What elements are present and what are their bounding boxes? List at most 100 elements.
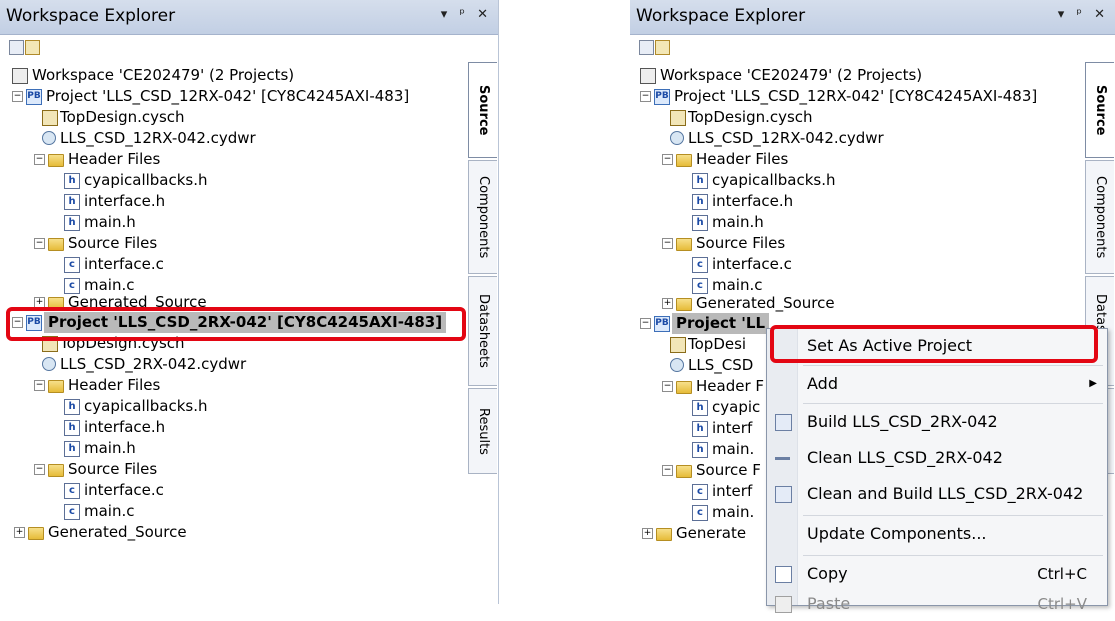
window-buttons[interactable]: ▾ ᵖ ✕ [1058, 7, 1109, 22]
item-label: main.h [84, 213, 136, 231]
item-label: main.h [712, 213, 764, 231]
item-label: interface.h [84, 418, 166, 436]
tab-label: Components [1093, 175, 1108, 259]
collapse-toggle[interactable]: − [640, 91, 651, 102]
menu-shortcut: Ctrl+V [1037, 595, 1087, 613]
menu-build[interactable]: Build LLS_CSD_2RX-042 [767, 405, 1107, 439]
item-label: Header Files [696, 150, 789, 168]
folder-icon [656, 528, 672, 541]
collapse-toggle[interactable]: − [640, 318, 651, 329]
project-icon: PB [654, 316, 670, 332]
item-label: Source Files [696, 234, 786, 252]
tab-label: Results [476, 407, 491, 455]
collapse-toggle[interactable]: − [34, 238, 45, 249]
collapse-toggle[interactable]: − [662, 238, 673, 249]
menu-item-label: Update Components... [807, 524, 987, 543]
workspace-icon [640, 68, 656, 84]
project-icon: PB [654, 89, 670, 105]
side-tabs: Source Components Datasheets Results [468, 62, 498, 482]
collapse-toggle[interactable]: − [34, 464, 45, 475]
item-label: Header Files [68, 150, 161, 168]
build-icon [775, 414, 792, 431]
tab-components[interactable]: Components [1085, 160, 1114, 274]
expand-toggle[interactable]: + [662, 298, 673, 309]
item-label: main. [712, 440, 755, 458]
collapse-toggle[interactable]: − [662, 381, 673, 392]
explorer-toolbar [630, 35, 1115, 61]
item-label: LLS_CSD_2RX-042.cydwr [60, 355, 247, 373]
item-label: interface.h [712, 192, 794, 210]
project-label: Project 'LLS_CSD_12RX-042' [CY8C4245AXI-… [674, 87, 1038, 105]
folder-icon [676, 238, 692, 251]
collapse-all-icon[interactable] [639, 40, 654, 55]
item-label: Header F [696, 377, 765, 395]
schematic-icon [670, 110, 686, 126]
tab-source[interactable]: Source [468, 62, 497, 158]
window-buttons[interactable]: ▾ ᵖ ✕ [441, 7, 492, 22]
header-file-icon: h [64, 399, 80, 415]
titlebar[interactable]: Workspace Explorer ▾ ᵖ ✕ [630, 0, 1115, 35]
item-label: TopDesi [688, 335, 747, 353]
tab-datasheets[interactable]: Datasheets [468, 276, 497, 386]
header-file-icon: h [64, 173, 80, 189]
menu-update-components[interactable]: Update Components... [767, 517, 1107, 551]
menu-item-label: Build LLS_CSD_2RX-042 [807, 412, 998, 431]
menu-clean-and-build[interactable]: Clean and Build LLS_CSD_2RX-042 [767, 477, 1107, 511]
expand-toggle[interactable]: + [642, 528, 653, 539]
tab-results[interactable]: Results [468, 388, 497, 474]
design-wide-resources-icon [42, 357, 56, 371]
item-label: Generated_Source [48, 523, 187, 541]
item-label: cyapicallbacks.h [712, 171, 836, 189]
item-label: interface.h [84, 192, 166, 210]
collapse-toggle[interactable]: − [12, 91, 23, 102]
collapse-toggle[interactable]: − [34, 154, 45, 165]
menu-item-label: Copy [807, 564, 848, 583]
tab-components[interactable]: Components [468, 160, 497, 274]
header-file-icon: h [692, 400, 708, 416]
context-menu: Set As Active Project Add ▶ Build LLS_CS… [766, 328, 1108, 613]
expand-toggle[interactable]: + [14, 527, 25, 538]
header-file-icon: h [692, 194, 708, 210]
collapse-toggle[interactable]: − [662, 154, 673, 165]
menu-copy[interactable]: Copy Ctrl+C [767, 557, 1107, 591]
folder-icon [676, 154, 692, 167]
item-label: interf [712, 419, 753, 437]
item-label: LLS_CSD [688, 356, 754, 374]
project-label: Project 'LLS_CSD_12RX-042' [CY8C4245AXI-… [46, 87, 410, 105]
folder-icon [48, 238, 64, 251]
highlight-box [770, 325, 1098, 363]
workspace-icon [12, 68, 28, 84]
menu-item-label: Clean LLS_CSD_2RX-042 [807, 448, 1003, 467]
menu-clean[interactable]: Clean LLS_CSD_2RX-042 [767, 441, 1107, 475]
design-wide-resources-icon [670, 358, 684, 372]
item-label: Source F [696, 461, 761, 479]
open-folder-icon[interactable] [655, 40, 670, 55]
open-folder-icon[interactable] [25, 40, 40, 55]
menu-item-label: Clean and Build LLS_CSD_2RX-042 [807, 484, 1084, 503]
item-label: cyapicallbacks.h [84, 171, 208, 189]
c-file-icon: c [692, 505, 708, 521]
workspace-label: Workspace 'CE202479' (2 Projects) [660, 66, 923, 84]
item-label: interface.c [84, 481, 164, 499]
folder-icon [676, 465, 692, 478]
item-label: TopDesign.cysch [688, 108, 813, 126]
titlebar[interactable]: Workspace Explorer ▾ ᵖ ✕ [0, 0, 498, 35]
menu-paste[interactable]: Paste Ctrl+V [767, 587, 1107, 621]
schematic-icon [42, 110, 58, 126]
collapse-all-icon[interactable] [9, 40, 24, 55]
item-label: cyapicallbacks.h [84, 397, 208, 415]
menu-add[interactable]: Add ▶ [767, 367, 1107, 401]
header-file-icon: h [692, 421, 708, 437]
tab-source[interactable]: Source [1085, 62, 1114, 158]
item-label: TopDesign.cysch [60, 108, 185, 126]
c-file-icon: c [64, 257, 80, 273]
header-file-icon: h [64, 194, 80, 210]
item-label: LLS_CSD_12RX-042.cydwr [688, 129, 884, 147]
item-label: Source Files [68, 460, 158, 478]
collapse-toggle[interactable]: − [34, 380, 45, 391]
collapse-toggle[interactable]: − [662, 465, 673, 476]
project-label: Project 'LL [672, 313, 770, 334]
design-wide-resources-icon [42, 131, 56, 145]
c-file-icon: c [64, 483, 80, 499]
c-file-icon: c [692, 484, 708, 500]
